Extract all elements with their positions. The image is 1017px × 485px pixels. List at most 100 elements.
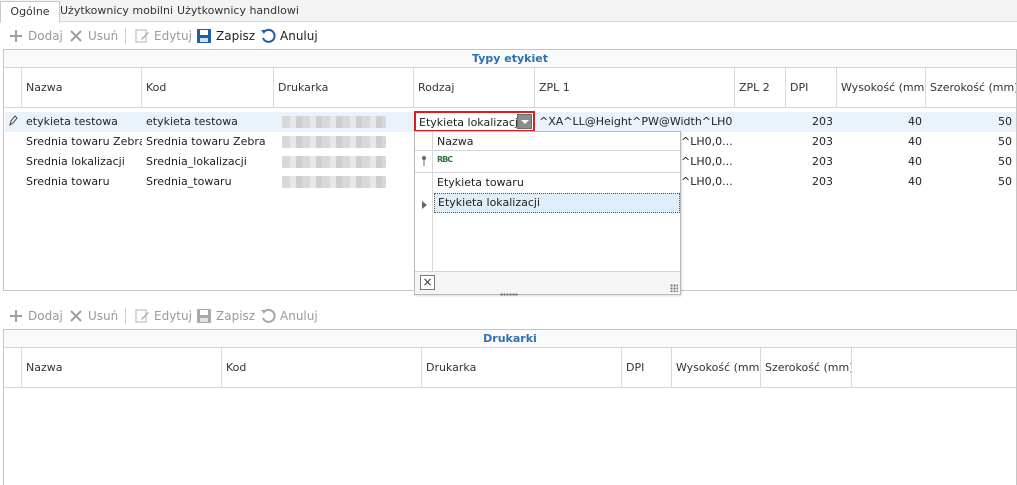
plus-icon <box>8 308 24 324</box>
delete-button-label: Usuń <box>88 29 119 43</box>
pencil-icon <box>8 115 18 130</box>
column-name[interactable]: Nazwa <box>22 348 222 388</box>
resize-grip-icon[interactable] <box>670 284 678 292</box>
cell-code[interactable]: Srednia_lokalizacji <box>142 152 274 172</box>
column-kind[interactable]: Rodzaj <box>414 68 535 108</box>
cell-width[interactable]: 50 <box>926 172 1016 192</box>
cell-name[interactable]: Srednia lokalizacji <box>22 152 142 172</box>
x-icon <box>68 28 84 44</box>
x-icon <box>68 308 84 324</box>
splitter-handle[interactable] <box>500 293 518 296</box>
close-icon[interactable]: × <box>420 275 435 290</box>
cell-height[interactable]: 40 <box>837 172 926 192</box>
cancel-button-label: Anuluj <box>280 309 318 323</box>
add-button-label: Dodaj <box>28 29 63 43</box>
cell-dpi[interactable]: 203 <box>786 152 837 172</box>
cell-printer-redacted[interactable] <box>282 116 386 128</box>
cell-height[interactable]: 40 <box>837 132 926 152</box>
edit-button-label: Edytuj <box>154 29 192 43</box>
edit-button-label: Edytuj <box>154 309 192 323</box>
cell-width[interactable]: 50 <box>926 152 1016 172</box>
list-item[interactable]: Etykieta towaru <box>434 173 680 193</box>
cell-printer-redacted[interactable] <box>282 176 386 188</box>
cell-name[interactable]: Srednia towaru <box>22 172 142 192</box>
undo-icon <box>260 28 276 44</box>
delete-button-label: Usuń <box>88 309 119 323</box>
delete-button[interactable]: Usuń <box>68 27 118 45</box>
printers-toolbar: Dodaj Usuń Edytuj Zapisz Anuluj <box>0 303 1017 329</box>
cell-zpl1[interactable]: ^LH0,0... <box>678 172 738 192</box>
popup-column-name[interactable]: Nazwa <box>437 132 473 151</box>
tab-general[interactable]: Ogólne <box>0 1 60 23</box>
cell-width[interactable]: 50 <box>926 132 1016 152</box>
save-button-label: Zapisz <box>216 309 256 323</box>
save-button[interactable]: Zapisz <box>196 307 255 325</box>
cell-printer-redacted[interactable] <box>282 156 386 168</box>
popup-indicator-header <box>415 132 433 151</box>
label-types-title: Typy etykiet <box>4 50 1016 68</box>
cell-height[interactable]: 40 <box>837 112 926 132</box>
delete-button[interactable]: Usuń <box>68 307 118 325</box>
pin-icon <box>420 155 428 170</box>
row-indicator-header <box>4 68 22 108</box>
floppy-disk-icon <box>196 28 212 44</box>
tab-sales-users[interactable]: Użytkownicy handlowi <box>173 1 303 22</box>
cell-name[interactable]: etykieta testowa <box>22 112 142 132</box>
cell-code[interactable]: etykieta testowa <box>142 112 274 132</box>
edit-button[interactable]: Edytuj <box>134 27 192 45</box>
cancel-button[interactable]: Anuluj <box>260 307 318 325</box>
undo-icon <box>260 308 276 324</box>
add-button-label: Dodaj <box>28 309 63 323</box>
popup-footer: × <box>415 271 680 294</box>
column-dpi[interactable]: DPI <box>622 348 672 388</box>
kind-dropdown-value: Etykieta lokalizacji <box>419 116 522 129</box>
column-width[interactable]: Szerokość (mm) <box>926 68 1016 108</box>
cell-code[interactable]: Srednia_towaru <box>142 172 274 192</box>
cell-zpl1[interactable]: ^XA^LL@Height^PW@Width^LH0,0... <box>535 112 733 132</box>
printers-grid: Drukarki Nazwa Kod Drukarka DPI Wysokość… <box>3 329 1017 485</box>
column-height[interactable]: Wysokość (mm) <box>672 348 761 388</box>
column-printer[interactable]: Drukarka <box>422 348 622 388</box>
column-width[interactable]: Szerokość (mm) <box>761 348 852 388</box>
cell-zpl1[interactable]: ^LH0,0... <box>678 132 738 152</box>
floppy-disk-icon <box>196 308 212 324</box>
column-zpl1[interactable]: ZPL 1 <box>535 68 735 108</box>
tab-mobile-users[interactable]: Użytkownicy mobilni <box>60 1 173 22</box>
toolbar-separator <box>125 28 126 44</box>
cancel-button[interactable]: Anuluj <box>260 27 318 45</box>
column-code[interactable]: Kod <box>142 68 274 108</box>
cell-zpl1[interactable]: ^LH0,0... <box>678 152 738 172</box>
cell-dpi[interactable]: 203 <box>786 172 837 192</box>
row-indicator-header <box>4 348 22 388</box>
chevron-down-icon[interactable] <box>517 114 532 129</box>
cancel-button-label: Anuluj <box>280 29 318 43</box>
cell-dpi[interactable]: 203 <box>786 112 837 132</box>
kind-dropdown-popup: Nazwa RBC Etykieta towaru Etykieta lokal… <box>414 131 681 295</box>
cell-width[interactable]: 50 <box>926 112 1016 132</box>
cell-height[interactable]: 40 <box>837 152 926 172</box>
popup-header: Nazwa <box>415 132 680 151</box>
save-button-label: Zapisz <box>216 29 256 43</box>
cell-printer-redacted[interactable] <box>282 136 386 148</box>
popup-filter-indicator <box>415 151 433 172</box>
column-zpl2[interactable]: ZPL 2 <box>735 68 786 108</box>
add-button[interactable]: Dodaj <box>8 307 63 325</box>
cell-dpi[interactable]: 203 <box>786 132 837 152</box>
pencil-icon <box>134 28 150 44</box>
cell-code[interactable]: Srednia towaru Zebra <box>142 132 274 152</box>
column-code[interactable]: Kod <box>222 348 422 388</box>
cell-name[interactable]: Srednia towaru Zebra <box>22 132 142 152</box>
kind-dropdown[interactable]: Etykieta lokalizacji <box>414 111 535 132</box>
save-button[interactable]: Zapisz <box>196 27 255 45</box>
plus-icon <box>8 28 24 44</box>
popup-filter-row[interactable]: RBC <box>415 151 680 173</box>
list-item-selected[interactable]: Etykieta lokalizacji <box>434 193 680 213</box>
column-name[interactable]: Nazwa <box>22 68 142 108</box>
column-printer[interactable]: Drukarka <box>274 68 414 108</box>
edit-button[interactable]: Edytuj <box>134 307 192 325</box>
column-height[interactable]: Wysokość (mm) <box>837 68 926 108</box>
column-dpi[interactable]: DPI <box>786 68 837 108</box>
text-filter-icon[interactable]: RBC <box>437 155 453 164</box>
add-button[interactable]: Dodaj <box>8 27 63 45</box>
tab-strip: Ogólne Użytkownicy mobilni Użytkownicy h… <box>0 0 1017 23</box>
